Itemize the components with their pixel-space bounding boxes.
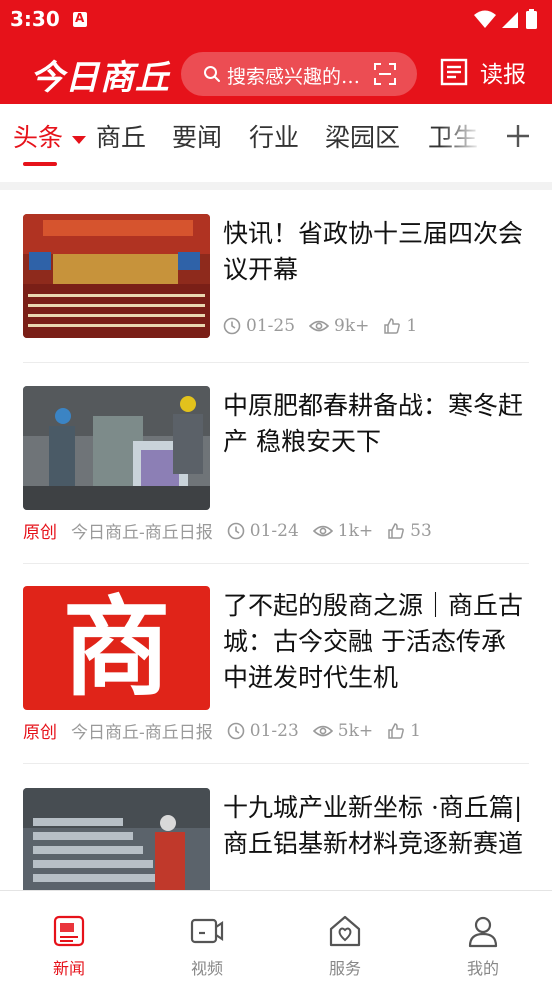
read-paper-button[interactable]: 读报 bbox=[440, 54, 526, 90]
service-icon bbox=[329, 915, 361, 947]
article-views: 1k+ bbox=[312, 521, 373, 541]
shang-character-logo: 商 bbox=[62, 586, 171, 710]
tab-industry[interactable]: 行业 bbox=[249, 118, 299, 154]
profile-icon bbox=[468, 916, 498, 948]
active-tab-indicator bbox=[23, 162, 57, 166]
video-icon bbox=[190, 918, 224, 944]
app-logo[interactable]: 今日商丘 bbox=[30, 50, 170, 99]
article-likes: 53 bbox=[387, 521, 432, 541]
wifi-icon bbox=[474, 10, 496, 28]
article-thumbnail[interactable] bbox=[23, 214, 210, 338]
article-date: 01-23 bbox=[227, 721, 299, 741]
chevron-down-icon[interactable] bbox=[72, 136, 86, 144]
nav-video[interactable]: 视频 bbox=[167, 913, 247, 979]
article-title[interactable]: 快讯！省政协十三届四次会议开幕 bbox=[223, 216, 529, 288]
tab-headlines[interactable]: 头条 bbox=[13, 118, 63, 154]
article-source: 今日商丘-商丘日报 bbox=[71, 723, 213, 743]
tab-shangqiu[interactable]: 商丘 bbox=[96, 118, 146, 154]
nav-video-label: 视频 bbox=[190, 959, 223, 978]
article-title[interactable]: 十九城产业新坐标 ·商丘篇|商丘铝基新材料竞逐新赛道 bbox=[223, 790, 529, 862]
article-meta: 原创 今日商丘-商丘日报 01-24 1k+ 53 bbox=[23, 518, 446, 544]
search-bar[interactable]: 搜索感兴趣的… bbox=[181, 52, 417, 96]
nav-news[interactable]: 新闻 bbox=[29, 913, 109, 979]
article-date: 01-25 bbox=[223, 316, 295, 336]
notification-app-icon bbox=[73, 11, 87, 27]
article-likes: 1 bbox=[387, 721, 421, 741]
add-channel-icon[interactable] bbox=[504, 122, 532, 150]
original-badge: 原创 bbox=[23, 723, 57, 743]
article-item[interactable]: 商 了不起的殷商之源｜商丘古城：古今交融 于活态传承中迸发时代生机 原创 今日商… bbox=[23, 586, 529, 746]
article-title[interactable]: 了不起的殷商之源｜商丘古城：古今交融 于活态传承中迸发时代生机 bbox=[223, 588, 529, 696]
status-bar: 3:30 bbox=[0, 0, 552, 40]
read-paper-label: 读报 bbox=[480, 62, 526, 88]
nav-service[interactable]: 服务 bbox=[305, 913, 385, 979]
article-thumbnail[interactable]: 商 bbox=[23, 586, 210, 710]
tab-fade bbox=[440, 104, 500, 174]
list-divider bbox=[23, 362, 529, 363]
tab-important-news[interactable]: 要闻 bbox=[172, 118, 222, 154]
clock-icon bbox=[227, 722, 245, 739]
status-icons bbox=[474, 9, 537, 29]
search-placeholder[interactable]: 搜索感兴趣的… bbox=[227, 62, 367, 89]
list-divider bbox=[23, 563, 529, 564]
thumbs-up-icon bbox=[388, 522, 405, 539]
original-badge: 原创 bbox=[23, 523, 57, 543]
eye-icon bbox=[309, 320, 330, 332]
thumbs-up-icon bbox=[388, 722, 405, 739]
eye-icon bbox=[312, 525, 333, 536]
article-item[interactable]: 中原肥都春耕备战：寒冬赶产 稳粮安天下 原创 今日商丘-商丘日报 01-24 1… bbox=[23, 386, 529, 546]
newspaper-icon bbox=[440, 58, 468, 86]
article-title[interactable]: 中原肥都春耕备战：寒冬赶产 稳粮安天下 bbox=[223, 388, 529, 460]
news-icon bbox=[53, 915, 85, 947]
section-divider bbox=[0, 182, 552, 190]
signal-icon bbox=[502, 12, 518, 28]
article-item[interactable]: 十九城产业新坐标 ·商丘篇|商丘铝基新材料竞逐新赛道 bbox=[23, 788, 529, 890]
article-meta: 01-25 9k+ 1 bbox=[223, 316, 431, 336]
nav-profile[interactable]: 我的 bbox=[443, 913, 523, 979]
battery-icon bbox=[526, 11, 537, 29]
article-meta: 原创 今日商丘-商丘日报 01-23 5k+ 1 bbox=[23, 718, 435, 744]
tab-liangyuan-district[interactable]: 梁园区 bbox=[325, 118, 400, 154]
list-divider bbox=[23, 763, 529, 764]
nav-service-label: 服务 bbox=[328, 959, 361, 978]
search-icon bbox=[204, 66, 220, 82]
article-likes: 1 bbox=[383, 316, 417, 336]
article-source: 今日商丘-商丘日报 bbox=[71, 523, 213, 543]
nav-news-label: 新闻 bbox=[52, 959, 85, 978]
bottom-navigation: 新闻 视频 服务 我的 bbox=[0, 890, 552, 983]
eye-icon bbox=[312, 725, 333, 736]
article-views: 9k+ bbox=[309, 316, 369, 336]
article-item[interactable]: 快讯！省政协十三届四次会议开幕 01-25 9k+ 1 bbox=[23, 214, 529, 338]
nav-profile-label: 我的 bbox=[466, 959, 499, 978]
clock-icon bbox=[227, 522, 245, 539]
app-header: 今日商丘 搜索感兴趣的… 读报 bbox=[0, 40, 552, 104]
thumbs-up-icon bbox=[384, 318, 401, 334]
article-views: 5k+ bbox=[312, 721, 373, 741]
channel-tabs: 头条 商丘 要闻 行业 梁园区 卫生 bbox=[0, 104, 552, 182]
article-thumbnail[interactable] bbox=[23, 788, 210, 890]
article-thumbnail[interactable] bbox=[23, 386, 210, 510]
clock-icon bbox=[223, 317, 241, 335]
article-date: 01-24 bbox=[227, 521, 299, 541]
scan-icon[interactable] bbox=[373, 62, 397, 86]
status-time: 3:30 bbox=[10, 7, 60, 31]
